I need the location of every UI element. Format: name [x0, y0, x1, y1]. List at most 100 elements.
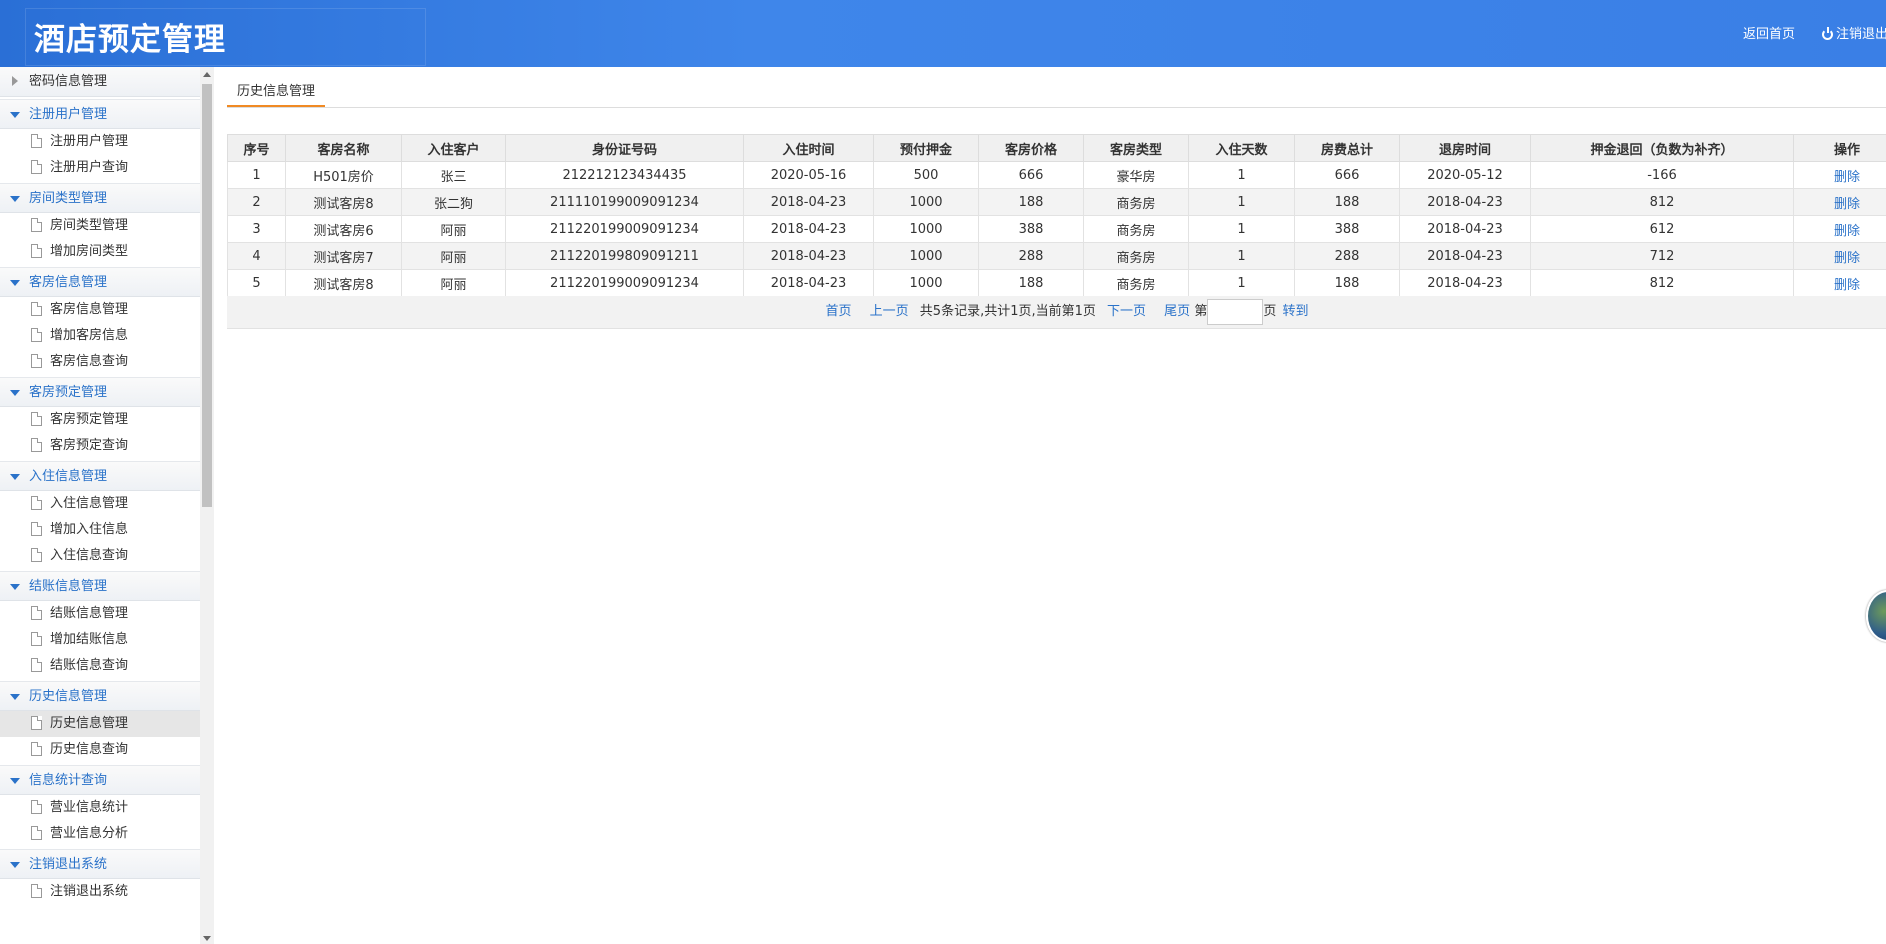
- sidebar-item[interactable]: 增加入住信息: [0, 517, 200, 543]
- table-cell: 388: [1294, 215, 1400, 243]
- tab-history-management[interactable]: 历史信息管理: [227, 81, 326, 107]
- scroll-thumb[interactable]: [202, 84, 212, 507]
- sidebar-group[interactable]: 密码信息管理: [0, 67, 200, 97]
- sidebar-item[interactable]: 客房预定管理: [0, 407, 200, 433]
- sidebar-group[interactable]: 信息统计查询: [0, 765, 200, 795]
- document-icon: [31, 548, 42, 562]
- pager-next[interactable]: 下一页: [1107, 304, 1146, 319]
- table-cell: 712: [1530, 242, 1794, 270]
- sidebar-item-label: 注册用户查询: [50, 160, 129, 175]
- sidebar-item[interactable]: 历史信息查询: [0, 737, 200, 763]
- table-cell: 1000: [873, 269, 979, 297]
- table-cell: 删除: [1793, 161, 1886, 189]
- home-link[interactable]: 返回首页: [1743, 23, 1795, 42]
- column-header: 客房名称: [285, 134, 402, 162]
- sidebar-item[interactable]: 注册用户管理: [0, 129, 200, 155]
- sidebar-group[interactable]: 结账信息管理: [0, 571, 200, 601]
- delete-link[interactable]: 删除: [1834, 278, 1860, 293]
- pager-prev[interactable]: 上一页: [870, 304, 909, 319]
- sidebar-item[interactable]: 结账信息管理: [0, 601, 200, 627]
- table-row: 2 测试客房8 张二狗 211110199009091234 2018-04-23 100…: [227, 188, 1886, 216]
- sidebar-item[interactable]: 历史信息管理: [0, 711, 200, 737]
- sidebar-group-label: 客房信息管理: [29, 275, 108, 290]
- table-cell: 1: [1188, 161, 1295, 189]
- document-icon: [31, 302, 42, 316]
- caret-down-icon: [10, 112, 20, 118]
- sidebar-item-label: 增加结账信息: [50, 632, 129, 647]
- table-cell: 188: [978, 269, 1084, 297]
- sidebar-group[interactable]: 入住信息管理: [0, 461, 200, 491]
- sidebar-item[interactable]: 房间类型管理: [0, 213, 200, 239]
- delete-link[interactable]: 删除: [1834, 224, 1860, 239]
- document-icon: [31, 800, 42, 814]
- table-cell: 2018-04-23: [743, 269, 874, 297]
- sidebar-group[interactable]: 注销退出系统: [0, 849, 200, 879]
- sidebar-item[interactable]: 客房信息查询: [0, 349, 200, 375]
- sidebar-item[interactable]: 增加房间类型: [0, 239, 200, 265]
- sidebar-scrollbar[interactable]: [200, 67, 214, 944]
- table-cell: 1: [1188, 188, 1295, 216]
- pager-first[interactable]: 首页: [825, 304, 851, 319]
- scroll-down-arrow-icon[interactable]: [203, 936, 211, 941]
- sidebar-item-label: 客房预定管理: [50, 412, 129, 427]
- table-header-row: 序号 客房名称 入住客户 身份证号码 入住时间 预付押金 客房价格 客房类型 入住天数 房费总计退…: [227, 134, 1886, 162]
- sidebar-item[interactable]: 客房信息管理: [0, 297, 200, 323]
- logout-link[interactable]: 注销退出: [1822, 23, 1886, 42]
- sidebar-item-label: 入住信息查询: [50, 548, 129, 563]
- sidebar-item[interactable]: 注册用户查询: [0, 155, 200, 181]
- table-cell: 188: [1294, 269, 1400, 297]
- page-number-input[interactable]: [1207, 298, 1264, 325]
- table-cell: 812: [1530, 188, 1794, 216]
- caret-down-icon: [10, 584, 20, 590]
- delete-link[interactable]: 删除: [1834, 197, 1860, 212]
- sidebar-item-label: 结账信息管理: [50, 606, 129, 621]
- column-header: 押金退回（负数为补齐）: [1530, 134, 1794, 162]
- column-header: 客房价格: [978, 134, 1084, 162]
- table-cell: 商务房: [1083, 242, 1189, 270]
- sidebar-item-label: 增加入住信息: [50, 522, 129, 537]
- delete-link[interactable]: 删除: [1834, 251, 1860, 266]
- sidebar-group[interactable]: 历史信息管理: [0, 681, 200, 711]
- sidebar-item[interactable]: 营业信息分析: [0, 821, 200, 847]
- table-cell: 商务房: [1083, 215, 1189, 243]
- document-icon: [31, 658, 42, 672]
- sidebar-item[interactable]: 结账信息查询: [0, 653, 200, 679]
- table-cell: 812: [1530, 269, 1794, 297]
- sidebar-group[interactable]: 房间类型管理: [0, 183, 200, 213]
- table-cell: 211220199809091211: [505, 242, 744, 270]
- app-title: 酒店预定管理: [34, 22, 226, 58]
- scroll-up-arrow-icon[interactable]: [203, 72, 211, 77]
- sidebar-item-label: 营业信息分析: [50, 826, 129, 841]
- table-cell: 豪华房: [1083, 161, 1189, 189]
- pager-last[interactable]: 尾页: [1164, 304, 1190, 319]
- sidebar-item-label: 营业信息统计: [50, 800, 129, 815]
- table-cell: 2018-04-23: [1399, 269, 1531, 297]
- sidebar-item[interactable]: 营业信息统计: [0, 795, 200, 821]
- sidebar-item-label: 结账信息查询: [50, 658, 129, 673]
- sidebar-item[interactable]: 增加客房信息: [0, 323, 200, 349]
- document-icon: [31, 244, 42, 258]
- table-cell: 测试客房8: [285, 269, 402, 297]
- table-cell: 5: [227, 269, 286, 297]
- pager-jump[interactable]: 转到: [1283, 304, 1309, 319]
- table-cell: 1: [227, 161, 286, 189]
- document-icon: [31, 134, 42, 148]
- table-cell: 2018-04-23: [743, 215, 874, 243]
- table-cell: 2018-04-23: [1399, 215, 1531, 243]
- table-cell: 删除: [1793, 188, 1886, 216]
- sidebar-group[interactable]: 客房预定管理: [0, 377, 200, 407]
- table-cell: 2020-05-12: [1399, 161, 1531, 189]
- table-cell: 211110199009091234: [505, 188, 744, 216]
- sidebar-group[interactable]: 注册用户管理: [0, 99, 200, 129]
- table-cell: 商务房: [1083, 269, 1189, 297]
- sidebar-item[interactable]: 入住信息管理: [0, 491, 200, 517]
- sidebar-item[interactable]: 注销退出系统: [0, 879, 200, 905]
- sidebar-group[interactable]: 客房信息管理: [0, 267, 200, 297]
- delete-link[interactable]: 删除: [1834, 170, 1860, 185]
- sidebar-item[interactable]: 增加结账信息: [0, 627, 200, 653]
- sidebar-item[interactable]: 入住信息查询: [0, 543, 200, 569]
- table-cell: 阿丽: [401, 215, 506, 243]
- table-cell: 1: [1188, 215, 1295, 243]
- table-cell: 删除: [1793, 269, 1886, 297]
- sidebar-item[interactable]: 客房预定查询: [0, 433, 200, 459]
